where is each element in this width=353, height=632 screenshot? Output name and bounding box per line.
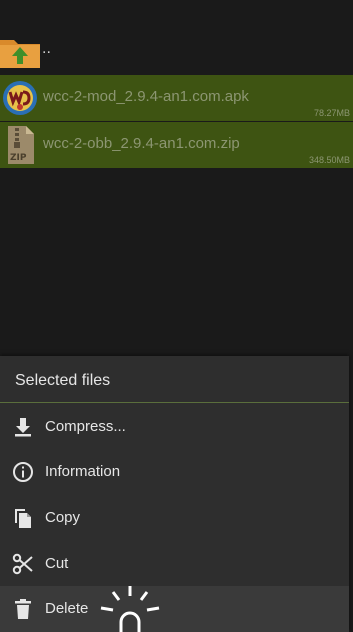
menu-item-compress[interactable]: Compress... — [0, 404, 349, 450]
file-size: 348.50MB — [308, 155, 350, 165]
menu-item-label: Copy — [45, 509, 81, 526]
trash-icon — [15, 599, 31, 619]
folder-up-icon — [0, 40, 40, 68]
menu-item-cut[interactable]: Cut — [0, 541, 349, 587]
svg-text:ZIP: ZIP — [10, 153, 27, 163]
sheet-divider — [0, 402, 349, 403]
zip-icon: ZIP — [8, 126, 34, 164]
menu-item-copy[interactable]: Copy — [0, 495, 349, 541]
file-name: wcc-2-obb_2.9.4-an1.com.zip — [43, 135, 240, 152]
menu-item-label: Information — [45, 463, 121, 480]
info-icon — [13, 462, 33, 482]
parent-directory-label: .. — [42, 40, 51, 57]
sheet-title: Selected files — [15, 372, 111, 389]
menu-item-label: Cut — [45, 555, 69, 572]
scissors-icon — [12, 553, 33, 575]
file-manager-screen: .. wcc-2-mod_2.9.4-an1.com.apk 78.27MB Z… — [0, 0, 353, 632]
file-name: wcc-2-mod_2.9.4-an1.com.apk — [43, 88, 249, 105]
copy-icon — [15, 509, 31, 528]
file-size: 78.27MB — [313, 108, 350, 118]
tap-indicator-icon — [100, 586, 160, 632]
file-row-zip[interactable]: ZIP wcc-2-obb_2.9.4-an1.com.zip 348.50MB — [0, 122, 353, 168]
menu-item-label: Delete — [45, 600, 89, 617]
selected-files-sheet: Selected files Compress... Information C… — [0, 356, 349, 632]
menu-item-information[interactable]: Information — [0, 449, 349, 495]
menu-item-delete[interactable]: Delete — [0, 586, 349, 632]
file-row-apk[interactable]: wcc-2-mod_2.9.4-an1.com.apk 78.27MB — [0, 75, 353, 121]
app-icon — [3, 81, 37, 115]
download-icon — [15, 418, 31, 437]
parent-directory-row[interactable]: .. — [0, 30, 353, 74]
menu-item-label: Compress... — [45, 418, 126, 435]
